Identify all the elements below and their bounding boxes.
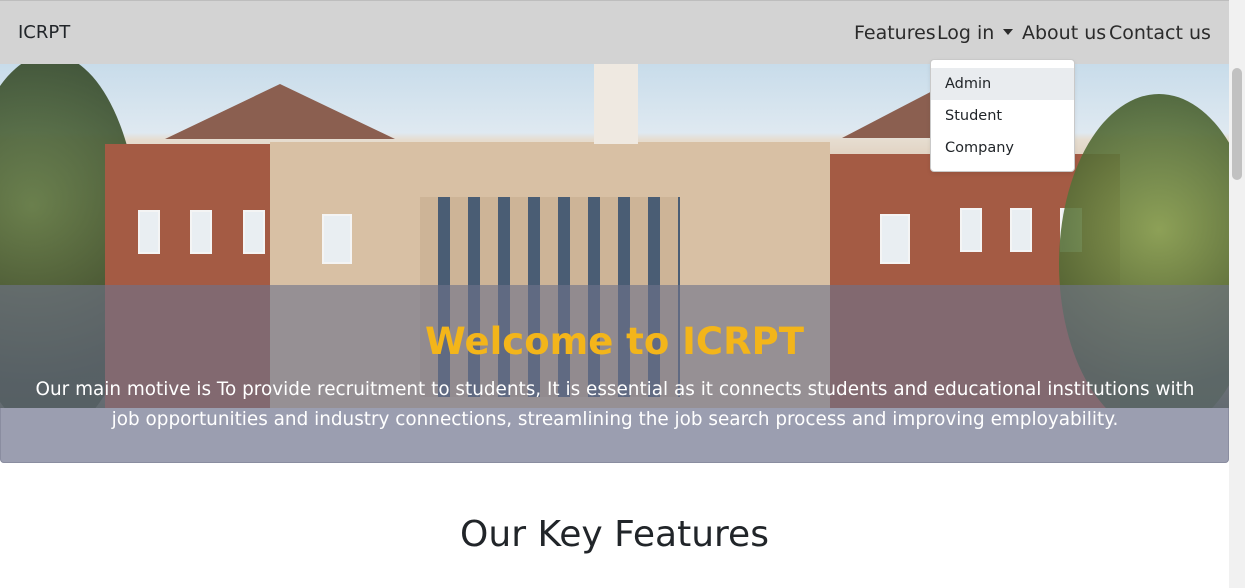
nav-login-label: Log in — [937, 22, 995, 44]
brand-logo-text[interactable]: ICRPT — [18, 22, 70, 43]
dropdown-item-company[interactable]: Company — [931, 132, 1074, 164]
top-navbar: ICRPT Features Log in About us Contact u… — [0, 0, 1229, 64]
features-section-title: Our Key Features — [460, 514, 769, 555]
dropdown-item-student[interactable]: Student — [931, 100, 1074, 132]
nav-dropdown-login[interactable]: Log in — [937, 22, 1014, 44]
chevron-down-icon — [1003, 29, 1014, 35]
hero-heading: Welcome to ICRPT — [425, 320, 804, 363]
hero-description: Our main motive is To provide recruitmen… — [35, 379, 1195, 430]
page-scrollbar[interactable] — [1229, 0, 1245, 588]
dropdown-item-admin[interactable]: Admin — [931, 68, 1074, 100]
nav-link-about[interactable]: About us — [1022, 22, 1106, 44]
nav-link-contact[interactable]: Contact us — [1109, 22, 1211, 44]
scrollbar-thumb[interactable] — [1232, 68, 1242, 180]
login-dropdown-menu: Admin Student Company — [930, 59, 1075, 172]
nav-link-features[interactable]: Features — [854, 22, 936, 44]
